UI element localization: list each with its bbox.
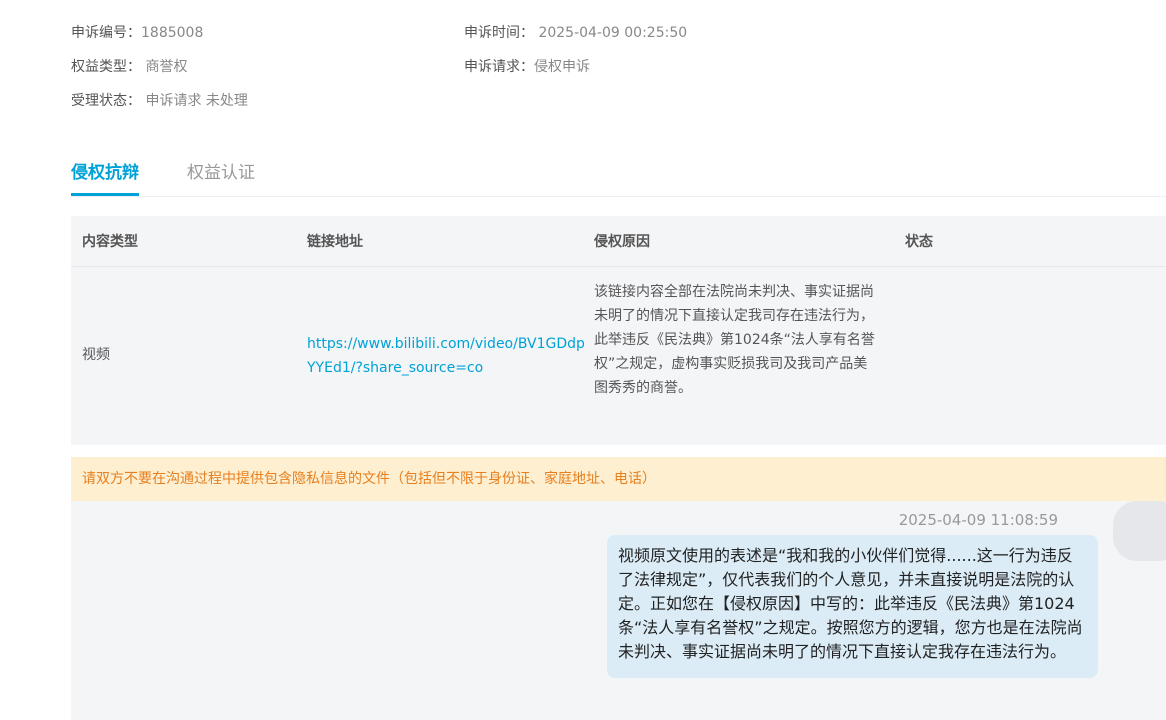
tab-rights-certification[interactable]: 权益认证 — [187, 160, 255, 186]
complaint-request-label: 申诉请求： — [464, 59, 534, 75]
cell-content-type: 视频 — [82, 347, 110, 363]
processing-status: 受理状态： 申诉请求 未处理 — [71, 90, 248, 112]
rights-type: 权益类型： 商誉权 — [71, 56, 187, 78]
processing-status-value: 申诉请求 未处理 — [145, 93, 248, 109]
chat-area: 2025-04-09 11:08:59 视频原文使用的表述是“我和我的小伙伴们觉… — [71, 501, 1166, 720]
cell-link[interactable]: https://www.bilibili.com/video/BV1GDdpYY… — [307, 332, 585, 380]
message-bubble: 视频原文使用的表述是“我和我的小伙伴们觉得......这一行为违反了法律规定”，… — [607, 535, 1098, 678]
tab-bar: 侵权抗辩 权益认证 — [71, 160, 1166, 197]
header-status: 状态 — [905, 234, 933, 250]
avatar — [1113, 501, 1166, 561]
infringement-table: 内容类型 链接地址 侵权原因 状态 视频 https://www.bilibil… — [71, 216, 1166, 445]
info-row-1: 申诉编号：1885008 申诉时间： 2025-04-09 00:25:50 — [71, 22, 1071, 56]
complaint-time-value: 2025-04-09 00:25:50 — [538, 25, 688, 41]
info-row-2: 权益类型： 商誉权 申诉请求：侵权申诉 — [71, 56, 1071, 90]
complaint-time-label: 申诉时间： — [464, 25, 534, 41]
complaint-id: 申诉编号：1885008 — [71, 22, 203, 44]
privacy-notice: 请双方不要在沟通过程中提供包含隐私信息的文件（包括但不限于身份证、家庭地址、电话… — [71, 457, 1166, 501]
complaint-request-value: 侵权申诉 — [534, 59, 590, 75]
complaint-info: 申诉编号：1885008 申诉时间： 2025-04-09 00:25:50 权… — [71, 22, 1071, 124]
message-timestamp: 2025-04-09 11:08:59 — [898, 511, 1058, 529]
complaint-detail-page: 申诉编号：1885008 申诉时间： 2025-04-09 00:25:50 权… — [0, 0, 1166, 720]
cell-reason: 该链接内容全部在法院尚未判决、事实证据尚未明了的情况下直接认定我司存在违法行为，… — [594, 284, 875, 396]
header-content-type: 内容类型 — [82, 234, 138, 250]
complaint-request: 申诉请求：侵权申诉 — [464, 56, 590, 78]
rights-type-label: 权益类型： — [71, 59, 141, 75]
tab-infringement-defense[interactable]: 侵权抗辩 — [71, 160, 139, 196]
complaint-time: 申诉时间： 2025-04-09 00:25:50 — [464, 22, 687, 44]
rights-type-value: 商誉权 — [145, 59, 188, 75]
complaint-id-label: 申诉编号： — [71, 25, 141, 41]
processing-status-label: 受理状态： — [71, 93, 141, 109]
complaint-id-value: 1885008 — [141, 25, 204, 41]
info-row-3: 受理状态： 申诉请求 未处理 — [71, 90, 1071, 124]
header-reason: 侵权原因 — [594, 234, 650, 250]
header-link: 链接地址 — [307, 234, 363, 250]
table-header: 内容类型 链接地址 侵权原因 状态 — [71, 216, 1166, 267]
